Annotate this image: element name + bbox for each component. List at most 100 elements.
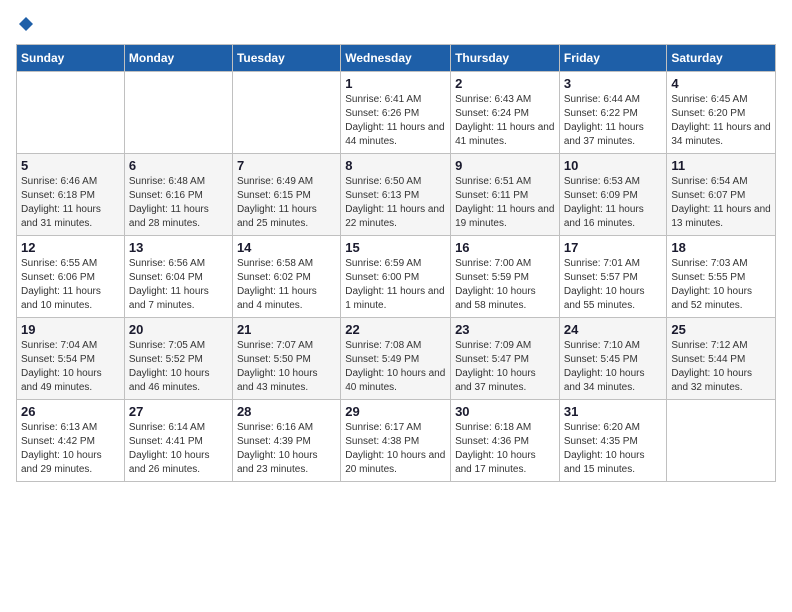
calendar-cell: 8 Sunrise: 6:50 AM Sunset: 6:13 PM Daylig…	[341, 154, 451, 236]
day-number: 4	[671, 76, 771, 91]
calendar-week-row: 19 Sunrise: 7:04 AM Sunset: 5:54 PM Dayli…	[17, 318, 776, 400]
calendar-cell: 7 Sunrise: 6:49 AM Sunset: 6:15 PM Daylig…	[232, 154, 340, 236]
day-number: 11	[671, 158, 771, 173]
calendar-cell: 16 Sunrise: 7:00 AM Sunset: 5:59 PM Dayli…	[451, 236, 560, 318]
logo-icon	[18, 16, 34, 32]
day-info: Sunrise: 6:18 AM Sunset: 4:36 PM Dayligh…	[455, 421, 555, 477]
day-info: Sunrise: 6:50 AM Sunset: 6:13 PM Dayligh…	[345, 175, 446, 231]
calendar-header-wednesday: Wednesday	[341, 45, 451, 72]
calendar-cell: 19 Sunrise: 7:04 AM Sunset: 5:54 PM Dayli…	[17, 318, 125, 400]
day-number: 6	[129, 158, 228, 173]
day-info: Sunrise: 7:03 AM Sunset: 5:55 PM Dayligh…	[671, 257, 771, 313]
day-number: 22	[345, 322, 446, 337]
calendar-cell: 11 Sunrise: 6:54 AM Sunset: 6:07 PM Dayli…	[667, 154, 776, 236]
calendar-cell: 30 Sunrise: 6:18 AM Sunset: 4:36 PM Dayli…	[451, 400, 560, 482]
day-number: 15	[345, 240, 446, 255]
day-number: 29	[345, 404, 446, 419]
calendar-cell: 26 Sunrise: 6:13 AM Sunset: 4:42 PM Dayli…	[17, 400, 125, 482]
day-info: Sunrise: 6:46 AM Sunset: 6:18 PM Dayligh…	[21, 175, 120, 231]
calendar-table: SundayMondayTuesdayWednesdayThursdayFrid…	[16, 44, 776, 482]
calendar-cell: 15Sunrise: 6:59 AM Sunset: 6:00 PM Dayli…	[341, 236, 451, 318]
day-info: Sunrise: 7:01 AM Sunset: 5:57 PM Dayligh…	[564, 257, 663, 313]
day-info: Sunrise: 7:05 AM Sunset: 5:52 PM Dayligh…	[129, 339, 228, 395]
day-number: 7	[237, 158, 336, 173]
day-info: Sunrise: 6:51 AM Sunset: 6:11 PM Dayligh…	[455, 175, 555, 231]
day-info: Sunrise: 6:49 AM Sunset: 6:15 PM Dayligh…	[237, 175, 336, 231]
day-info: Sunrise: 7:09 AM Sunset: 5:47 PM Dayligh…	[455, 339, 555, 395]
calendar-header-tuesday: Tuesday	[232, 45, 340, 72]
day-number: 27	[129, 404, 228, 419]
day-info: Sunrise: 6:44 AM Sunset: 6:22 PM Dayligh…	[564, 93, 663, 149]
day-number: 8	[345, 158, 446, 173]
calendar-cell: 3 Sunrise: 6:44 AM Sunset: 6:22 PM Daylig…	[559, 72, 667, 154]
calendar-cell: 6 Sunrise: 6:48 AM Sunset: 6:16 PM Daylig…	[124, 154, 232, 236]
calendar-cell: 18 Sunrise: 7:03 AM Sunset: 5:55 PM Dayli…	[667, 236, 776, 318]
calendar-cell: 27 Sunrise: 6:14 AM Sunset: 4:41 PM Dayli…	[124, 400, 232, 482]
day-number: 20	[129, 322, 228, 337]
day-info: Sunrise: 6:41 AM Sunset: 6:26 PM Dayligh…	[345, 93, 446, 149]
day-info: Sunrise: 6:45 AM Sunset: 6:20 PM Dayligh…	[671, 93, 771, 149]
day-info: Sunrise: 6:48 AM Sunset: 6:16 PM Dayligh…	[129, 175, 228, 231]
calendar-cell: 10Sunrise: 6:53 AM Sunset: 6:09 PM Dayli…	[559, 154, 667, 236]
calendar-cell: 2 Sunrise: 6:43 AM Sunset: 6:24 PM Daylig…	[451, 72, 560, 154]
day-number: 9	[455, 158, 555, 173]
calendar-cell: 4 Sunrise: 6:45 AM Sunset: 6:20 PM Daylig…	[667, 72, 776, 154]
day-number: 18	[671, 240, 771, 255]
day-number: 31	[564, 404, 663, 419]
calendar-cell	[124, 72, 232, 154]
calendar-cell: 29 Sunrise: 6:17 AM Sunset: 4:38 PM Dayli…	[341, 400, 451, 482]
calendar-cell: 1 Sunrise: 6:41 AM Sunset: 6:26 PM Daylig…	[341, 72, 451, 154]
page-header	[16, 16, 776, 32]
day-info: Sunrise: 6:14 AM Sunset: 4:41 PM Dayligh…	[129, 421, 228, 477]
day-info: Sunrise: 7:08 AM Sunset: 5:49 PM Dayligh…	[345, 339, 446, 395]
calendar-cell: 28 Sunrise: 6:16 AM Sunset: 4:39 PM Dayli…	[232, 400, 340, 482]
day-info: Sunrise: 7:12 AM Sunset: 5:44 PM Dayligh…	[671, 339, 771, 395]
day-info: Sunrise: 6:20 AM Sunset: 4:35 PM Dayligh…	[564, 421, 663, 477]
day-number: 19	[21, 322, 120, 337]
calendar-cell: 31 Sunrise: 6:20 AM Sunset: 4:35 PM Dayli…	[559, 400, 667, 482]
day-number: 13	[129, 240, 228, 255]
day-info: Sunrise: 6:13 AM Sunset: 4:42 PM Dayligh…	[21, 421, 120, 477]
day-info: Sunrise: 7:04 AM Sunset: 5:54 PM Dayligh…	[21, 339, 120, 395]
day-info: Sunrise: 6:43 AM Sunset: 6:24 PM Dayligh…	[455, 93, 555, 149]
calendar-cell: 5 Sunrise: 6:46 AM Sunset: 6:18 PM Daylig…	[17, 154, 125, 236]
calendar-header-monday: Monday	[124, 45, 232, 72]
day-number: 30	[455, 404, 555, 419]
day-number: 3	[564, 76, 663, 91]
calendar-cell: 22 Sunrise: 7:08 AM Sunset: 5:49 PM Dayli…	[341, 318, 451, 400]
calendar-header-friday: Friday	[559, 45, 667, 72]
day-info: Sunrise: 6:56 AM Sunset: 6:04 PM Dayligh…	[129, 257, 228, 313]
day-number: 23	[455, 322, 555, 337]
day-info: Sunrise: 7:00 AM Sunset: 5:59 PM Dayligh…	[455, 257, 555, 313]
calendar-cell: 17 Sunrise: 7:01 AM Sunset: 5:57 PM Dayli…	[559, 236, 667, 318]
day-number: 26	[21, 404, 120, 419]
calendar-cell: 13 Sunrise: 6:56 AM Sunset: 6:04 PM Dayli…	[124, 236, 232, 318]
day-number: 17	[564, 240, 663, 255]
logo	[16, 16, 34, 32]
day-number: 16	[455, 240, 555, 255]
day-number: 28	[237, 404, 336, 419]
day-number: 24	[564, 322, 663, 337]
calendar-week-row: 12Sunrise: 6:55 AM Sunset: 6:06 PM Dayli…	[17, 236, 776, 318]
calendar-week-row: 1 Sunrise: 6:41 AM Sunset: 6:26 PM Daylig…	[17, 72, 776, 154]
calendar-cell: 25 Sunrise: 7:12 AM Sunset: 5:44 PM Dayli…	[667, 318, 776, 400]
day-info: Sunrise: 6:16 AM Sunset: 4:39 PM Dayligh…	[237, 421, 336, 477]
calendar-cell: 14Sunrise: 6:58 AM Sunset: 6:02 PM Dayli…	[232, 236, 340, 318]
calendar-header-thursday: Thursday	[451, 45, 560, 72]
day-number: 25	[671, 322, 771, 337]
day-info: Sunrise: 6:58 AM Sunset: 6:02 PM Dayligh…	[237, 257, 336, 313]
calendar-header-sunday: Sunday	[17, 45, 125, 72]
day-number: 5	[21, 158, 120, 173]
calendar-cell: 21 Sunrise: 7:07 AM Sunset: 5:50 PM Dayli…	[232, 318, 340, 400]
day-number: 2	[455, 76, 555, 91]
day-number: 21	[237, 322, 336, 337]
calendar-cell: 24 Sunrise: 7:10 AM Sunset: 5:45 PM Dayli…	[559, 318, 667, 400]
day-number: 1	[345, 76, 446, 91]
day-info: Sunrise: 6:54 AM Sunset: 6:07 PM Dayligh…	[671, 175, 771, 231]
calendar-header-row: SundayMondayTuesdayWednesdayThursdayFrid…	[17, 45, 776, 72]
day-info: Sunrise: 7:07 AM Sunset: 5:50 PM Dayligh…	[237, 339, 336, 395]
calendar-cell	[17, 72, 125, 154]
day-info: Sunrise: 7:10 AM Sunset: 5:45 PM Dayligh…	[564, 339, 663, 395]
day-number: 10	[564, 158, 663, 173]
day-info: Sunrise: 6:17 AM Sunset: 4:38 PM Dayligh…	[345, 421, 446, 477]
